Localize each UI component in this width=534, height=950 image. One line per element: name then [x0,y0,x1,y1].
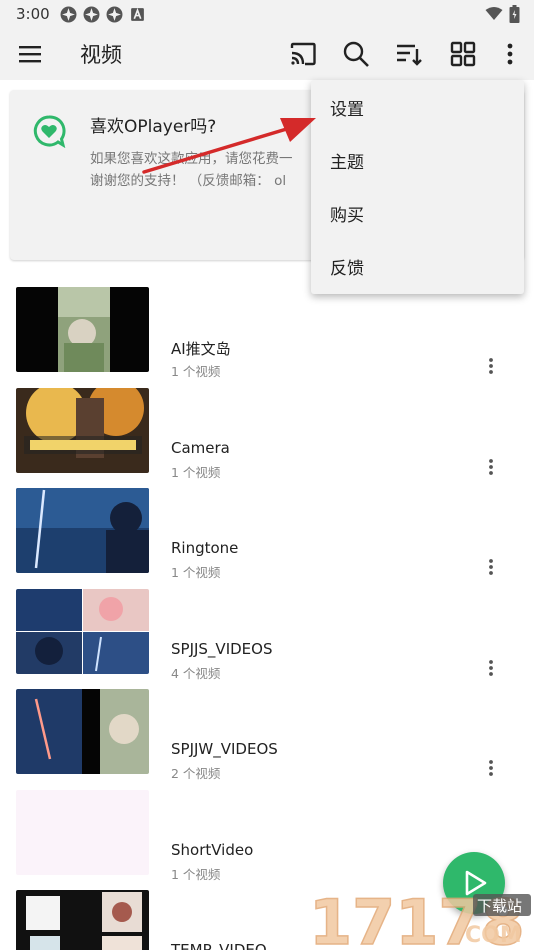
folder-thumbnail [16,488,149,573]
folder-thumbnail [16,890,149,950]
folder-name: AI推文岛 [171,340,231,358]
hamburger-menu-icon[interactable] [18,42,44,66]
menu-item-settings[interactable]: 设置 [311,81,524,134]
site-watermark-logo: 17178 COM 下载站 [308,885,531,950]
app-notification-icon [106,6,123,23]
system-icons [485,5,520,23]
more-vert-icon[interactable] [483,458,499,476]
more-vert-icon[interactable] [483,659,499,677]
folder-thumbnail [16,789,149,875]
folder-count: 1 个视频 [171,565,221,580]
sort-icon[interactable] [394,39,424,69]
list-item[interactable]: AI推文岛 1 个视频 [0,285,534,386]
list-item[interactable]: Camera 1 个视频 [0,386,534,487]
battery-icon [509,5,520,23]
folder-count: 4 个视频 [171,665,221,681]
menu-item-theme[interactable]: 主题 [311,134,524,187]
app-notification-icon [83,6,100,23]
folder-count: 2 个视频 [171,766,221,781]
page-title: 视频 [80,43,122,67]
more-vert-icon[interactable] [483,357,499,375]
folder-name: Camera [171,438,230,457]
overflow-menu: 设置 主题 购买 反馈 [311,80,524,294]
grid-view-icon[interactable] [448,39,478,69]
folder-name: SPJJW_VIDEOS [171,740,278,758]
menu-item-feedback[interactable]: 反馈 [311,240,524,293]
a-icon [131,7,144,21]
more-vert-icon[interactable] [483,558,499,576]
folder-count: 1 个视频 [171,464,221,480]
folder-thumbnail [16,588,149,674]
folder-thumbnail [16,689,149,774]
list-item[interactable]: SPJJS_VIDEOS 4 个视频 [0,587,534,688]
app-notification-icon [60,6,77,23]
status-bar: 3:00 [0,0,534,28]
folder-name: Ringtone [171,539,239,557]
watermark-tag: 下载站 [477,897,522,915]
folder-count: 1 个视频 [171,866,221,882]
more-vert-icon[interactable] [483,759,499,777]
folder-name: SPJJS_VIDEOS [171,639,273,658]
search-icon[interactable] [341,39,371,69]
list-item[interactable]: Ringtone 1 个视频 [0,486,534,587]
list-item[interactable]: SPJJW_VIDEOS 2 个视频 [0,687,534,788]
folder-count: 1 个视频 [171,364,221,379]
menu-item-purchase[interactable]: 购买 [311,187,524,240]
folder-list: AI推文岛 1 个视频 Camera 1 个视频 Ringtone 1 个视频 … [0,285,534,950]
heart-chat-icon [33,115,66,148]
watermark-suffix: COM [465,923,522,948]
folder-thumbnail [16,387,149,473]
notification-icons [60,6,146,23]
folder-name: ShortVideo [171,840,254,859]
folder-name: TEMP_VIDEO [171,941,267,950]
status-time: 3:00 [16,5,50,23]
annotation-arrow-icon [142,118,316,174]
more-vert-icon[interactable] [495,39,525,69]
app-toolbar: 视频 [0,28,534,80]
folder-thumbnail [16,287,149,372]
wifi-icon [485,7,503,20]
cast-icon[interactable] [288,39,318,69]
